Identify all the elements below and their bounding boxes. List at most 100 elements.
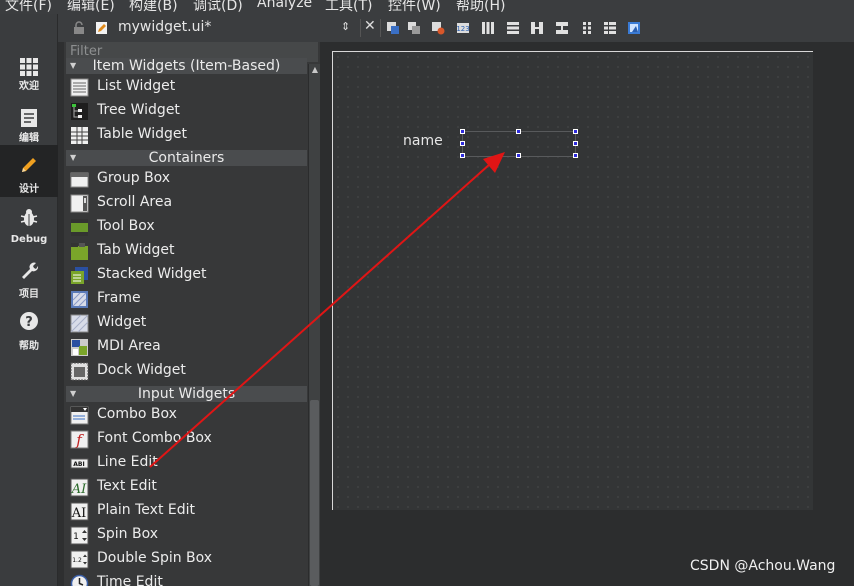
widget-item-label: Frame <box>97 290 141 306</box>
edit-buddies-icon[interactable] <box>431 21 445 35</box>
resize-handle[interactable] <box>460 153 465 158</box>
widget-item-label: Group Box <box>97 170 171 186</box>
widget-item-text-edit[interactable]: AI Text Edit <box>66 476 307 500</box>
widget-item-label: Line Edit <box>97 454 158 470</box>
widget-item-line-edit[interactable]: ABI Line Edit <box>66 452 307 476</box>
widget-item-plain-text-edit[interactable]: AI Plain Text Edit <box>66 500 307 524</box>
watermark: CSDN @Achou.Wang <box>690 558 836 574</box>
resize-handle[interactable] <box>573 141 578 146</box>
spin-box-icon: 1 <box>70 526 89 545</box>
mode-label: 编辑 <box>19 133 39 144</box>
widget-item-label: Plain Text Edit <box>97 502 195 518</box>
widget-item-label: Dock Widget <box>97 362 186 378</box>
dock-widget-icon <box>70 362 89 381</box>
widget-item-double-spin-box[interactable]: 1.2 Double Spin Box <box>66 548 307 572</box>
document-toolbar: mywidget.ui* ⇕ ✕ 123 <box>58 14 854 42</box>
menu-widgets[interactable]: 控件(W) <box>388 0 441 14</box>
tab-widget-icon <box>71 243 88 260</box>
line-edit-icon: ABI <box>70 458 89 469</box>
table-widget-icon <box>71 127 88 144</box>
ui-file-icon <box>96 22 107 34</box>
layout-vertical-icon[interactable] <box>506 21 520 35</box>
svg-text:?: ? <box>25 315 33 330</box>
menu-build[interactable]: 构建(B) <box>129 0 178 14</box>
mode-sidebar: 欢迎 编辑 设计 Debug 项目 ? 帮助 <box>0 14 58 586</box>
resize-handle[interactable] <box>573 153 578 158</box>
mode-welcome[interactable]: 欢迎 <box>0 49 58 101</box>
category-containers[interactable]: ▼ Containers <box>66 150 307 166</box>
category-input-widgets[interactable]: ▼ Input Widgets <box>66 386 307 402</box>
svg-text:1: 1 <box>73 532 79 542</box>
widget-item-widget[interactable]: Widget <box>66 312 307 336</box>
document-switch-chevron-icon[interactable]: ⇕ <box>341 20 351 34</box>
category-item-widgets[interactable]: ▼ Item Widgets (Item-Based) <box>66 58 307 74</box>
svg-text:1.2: 1.2 <box>72 557 82 564</box>
widget-item-tool-box[interactable]: Tool Box <box>66 216 307 240</box>
mode-label: 设计 <box>19 184 39 195</box>
toolbar-separator <box>380 19 381 37</box>
menu-edit[interactable]: 编辑(E) <box>67 0 115 14</box>
widget-item-table-widget[interactable]: Table Widget <box>66 124 307 148</box>
widget-item-font-combo-box[interactable]: f Font Combo Box <box>66 428 307 452</box>
widget-item-label: Text Edit <box>97 478 157 494</box>
widget-item-label: MDI Area <box>97 338 161 354</box>
mode-projects[interactable]: 项目 <box>0 257 58 309</box>
preview-form-icon[interactable] <box>627 21 641 35</box>
form-label-name[interactable]: name <box>403 133 443 149</box>
document-title[interactable]: mywidget.ui* <box>118 19 211 35</box>
menubar: 文件(F) 编辑(E) 构建(B) 调试(D) Analyze 工具(T) 控件… <box>0 0 854 14</box>
scroll-up-arrow-icon[interactable]: ▲ <box>310 65 320 75</box>
svg-text:123: 123 <box>456 25 469 33</box>
svg-text:AI: AI <box>71 506 87 521</box>
widget-item-spin-box[interactable]: 1 Spin Box <box>66 524 307 548</box>
widget-item-stacked-widget[interactable]: Stacked Widget <box>66 264 307 288</box>
layout-form-icon[interactable] <box>603 21 617 35</box>
widget-item-frame[interactable]: Frame <box>66 288 307 312</box>
layout-horizontal-icon[interactable] <box>481 21 495 35</box>
resize-handle[interactable] <box>516 153 521 158</box>
menu-debug[interactable]: 调试(D) <box>193 0 243 14</box>
collapse-triangle-icon: ▼ <box>70 153 77 162</box>
lock-icon[interactable] <box>72 21 86 35</box>
text-edit-icon: AI <box>70 478 89 497</box>
stacked-widget-icon <box>71 267 88 284</box>
layout-horizontal-splitter-icon[interactable] <box>530 21 544 35</box>
widget-item-time-edit[interactable]: Time Edit <box>66 572 307 586</box>
widget-item-combo-box[interactable]: Combo Box <box>66 404 307 428</box>
mode-debug[interactable]: Debug <box>0 204 58 256</box>
menu-help[interactable]: 帮助(H) <box>456 0 505 14</box>
menu-tools[interactable]: 工具(T) <box>325 0 372 14</box>
widget-item-label: Font Combo Box <box>97 430 212 446</box>
close-document-icon[interactable]: ✕ <box>364 18 378 34</box>
widget-item-label: List Widget <box>97 78 176 94</box>
edit-tab-order-icon[interactable]: 123 <box>456 21 470 35</box>
widget-item-label: Stacked Widget <box>97 266 207 282</box>
resize-handle[interactable] <box>573 129 578 134</box>
widget-filter-placeholder: Filter <box>70 44 103 59</box>
resize-handle[interactable] <box>516 129 521 134</box>
toolbar-separator <box>360 19 361 37</box>
layout-grid-icon[interactable] <box>580 21 594 35</box>
widget-icon <box>70 314 89 333</box>
widget-item-tree-widget[interactable]: Tree Widget <box>66 100 307 124</box>
grid-icon <box>20 58 38 76</box>
widget-item-group-box[interactable]: Group Box <box>66 168 307 192</box>
widget-item-list-widget[interactable]: List Widget <box>66 76 307 100</box>
scrollbar-thumb[interactable] <box>310 400 319 586</box>
widget-item-dock-widget[interactable]: Dock Widget <box>66 360 307 384</box>
resize-handle[interactable] <box>460 141 465 146</box>
help-icon: ? <box>20 312 38 330</box>
form-canvas[interactable] <box>332 51 813 510</box>
mode-help[interactable]: ? 帮助 <box>0 310 58 362</box>
widget-item-scroll-area[interactable]: Scroll Area <box>66 192 307 216</box>
resize-handle[interactable] <box>460 129 465 134</box>
widget-item-tab-widget[interactable]: Tab Widget <box>66 240 307 264</box>
mode-design[interactable]: 设计 <box>0 145 58 197</box>
layout-vertical-splitter-icon[interactable] <box>555 21 569 35</box>
menu-analyze[interactable]: Analyze <box>257 0 312 11</box>
menu-file[interactable]: 文件(F) <box>5 0 52 14</box>
edit-widgets-icon[interactable] <box>386 21 400 35</box>
edit-signals-icon[interactable] <box>407 21 421 35</box>
widget-box-scrollbar[interactable]: ▲ <box>308 64 320 586</box>
widget-item-mdi-area[interactable]: MDI Area <box>66 336 307 360</box>
